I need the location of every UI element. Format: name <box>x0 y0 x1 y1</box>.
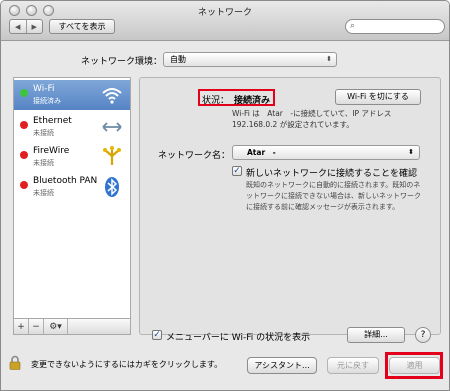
wifi-icon <box>102 88 122 104</box>
show-in-menubar-checkbox[interactable]: ✓ <box>152 330 162 340</box>
service-name: Wi-Fi <box>33 84 55 94</box>
network-name-value: Atar - <box>247 148 276 157</box>
revert-button[interactable]: 元に戻す <box>327 357 379 374</box>
turn-wifi-off-button[interactable]: Wi-Fi を切にする <box>335 89 421 105</box>
status-dot <box>20 181 28 189</box>
assistant-button[interactable]: アシスタント... <box>247 357 317 374</box>
help-button[interactable]: ? <box>415 327 431 343</box>
show-all-button[interactable]: すべてを表示 <box>49 19 115 34</box>
ask-join-checkbox[interactable]: ✓ <box>232 166 242 176</box>
ask-join-label: 新しいネットワークに接続することを確認 <box>246 169 418 179</box>
bluetooth-icon <box>105 177 119 197</box>
service-list-toolbar: + − ⚙▾ <box>13 319 131 335</box>
status-dot <box>20 89 28 97</box>
service-item-bluetooth-pan[interactable]: Bluetooth PAN 未接続 <box>14 172 130 202</box>
location-select[interactable]: 自動 ⬍ <box>163 52 337 67</box>
search-icon: ⌕ <box>350 21 356 31</box>
network-name-select[interactable]: Atar - ⬍ <box>232 145 420 160</box>
back-forward-control: ◀ ▶ <box>9 19 43 34</box>
status-description: Wi-Fi は Atar -に接続していて、IP アドレス 192.168.0.… <box>232 108 437 130</box>
search-input[interactable]: ⌕ <box>345 19 445 34</box>
ask-join-description: 既知のネットワークに自動的に接続されます。既知のネットワークに接続できない場合は… <box>246 181 421 211</box>
status-dot <box>20 151 28 159</box>
network-preferences-window: ネットワーク ◀ ▶ すべてを表示 ⌕ ネットワーク環境： 自動 ⬍ Wi-Fi… <box>0 0 450 391</box>
ethernet-icon <box>102 122 122 132</box>
service-list: Wi-Fi 接続済み Ethernet 未接続 FireWire 未接続 Blu… <box>13 77 131 319</box>
status-dot <box>20 121 28 129</box>
lock-hint-text: 変更できないようにするにはカギをクリックします。 <box>31 360 223 369</box>
status-label: 状況： <box>202 96 230 106</box>
service-status: 未接続 <box>33 129 54 137</box>
service-item-wifi[interactable]: Wi-Fi 接続済み <box>14 80 130 110</box>
service-status: 未接続 <box>33 159 54 167</box>
service-name: Ethernet <box>33 116 72 126</box>
window-title: ネットワーク <box>197 8 252 18</box>
back-button[interactable]: ◀ <box>10 20 26 33</box>
forward-button[interactable]: ▶ <box>25 20 43 33</box>
status-desc-network: Wi-Fi は Atar - <box>232 109 294 118</box>
location-label: ネットワーク環境： <box>81 57 163 67</box>
add-service-button[interactable]: + <box>14 319 29 334</box>
title-bar: ネットワーク ◀ ▶ すべてを表示 ⌕ <box>1 1 449 41</box>
status-value: 接続済み <box>234 96 271 106</box>
network-name-label: ネットワーク名： <box>158 151 231 161</box>
show-in-menubar-label: メニューバーに Wi-Fi の状況を表示 <box>166 333 311 343</box>
remove-service-button[interactable]: − <box>29 319 44 334</box>
firewire-icon <box>103 146 121 165</box>
location-value: 自動 <box>170 55 186 64</box>
apply-highlight-box <box>385 352 443 379</box>
gear-menu-button[interactable]: ⚙▾ <box>44 319 68 334</box>
updown-arrows-icon: ⬍ <box>326 55 332 63</box>
service-status: 未接続 <box>33 189 54 197</box>
wifi-detail-panel: 状況： 接続済み Wi-Fi を切にする Wi-Fi は Atar -に接続して… <box>139 77 441 343</box>
service-status: 接続済み <box>33 97 61 105</box>
updown-arrows-icon: ⬍ <box>408 148 414 156</box>
service-name: FireWire <box>33 146 70 156</box>
service-item-ethernet[interactable]: Ethernet 未接続 <box>14 112 130 142</box>
advanced-button[interactable]: 詳細... <box>347 327 405 343</box>
service-item-firewire[interactable]: FireWire 未接続 <box>14 142 130 172</box>
lock-icon[interactable] <box>9 355 21 370</box>
service-name: Bluetooth PAN <box>33 176 98 186</box>
